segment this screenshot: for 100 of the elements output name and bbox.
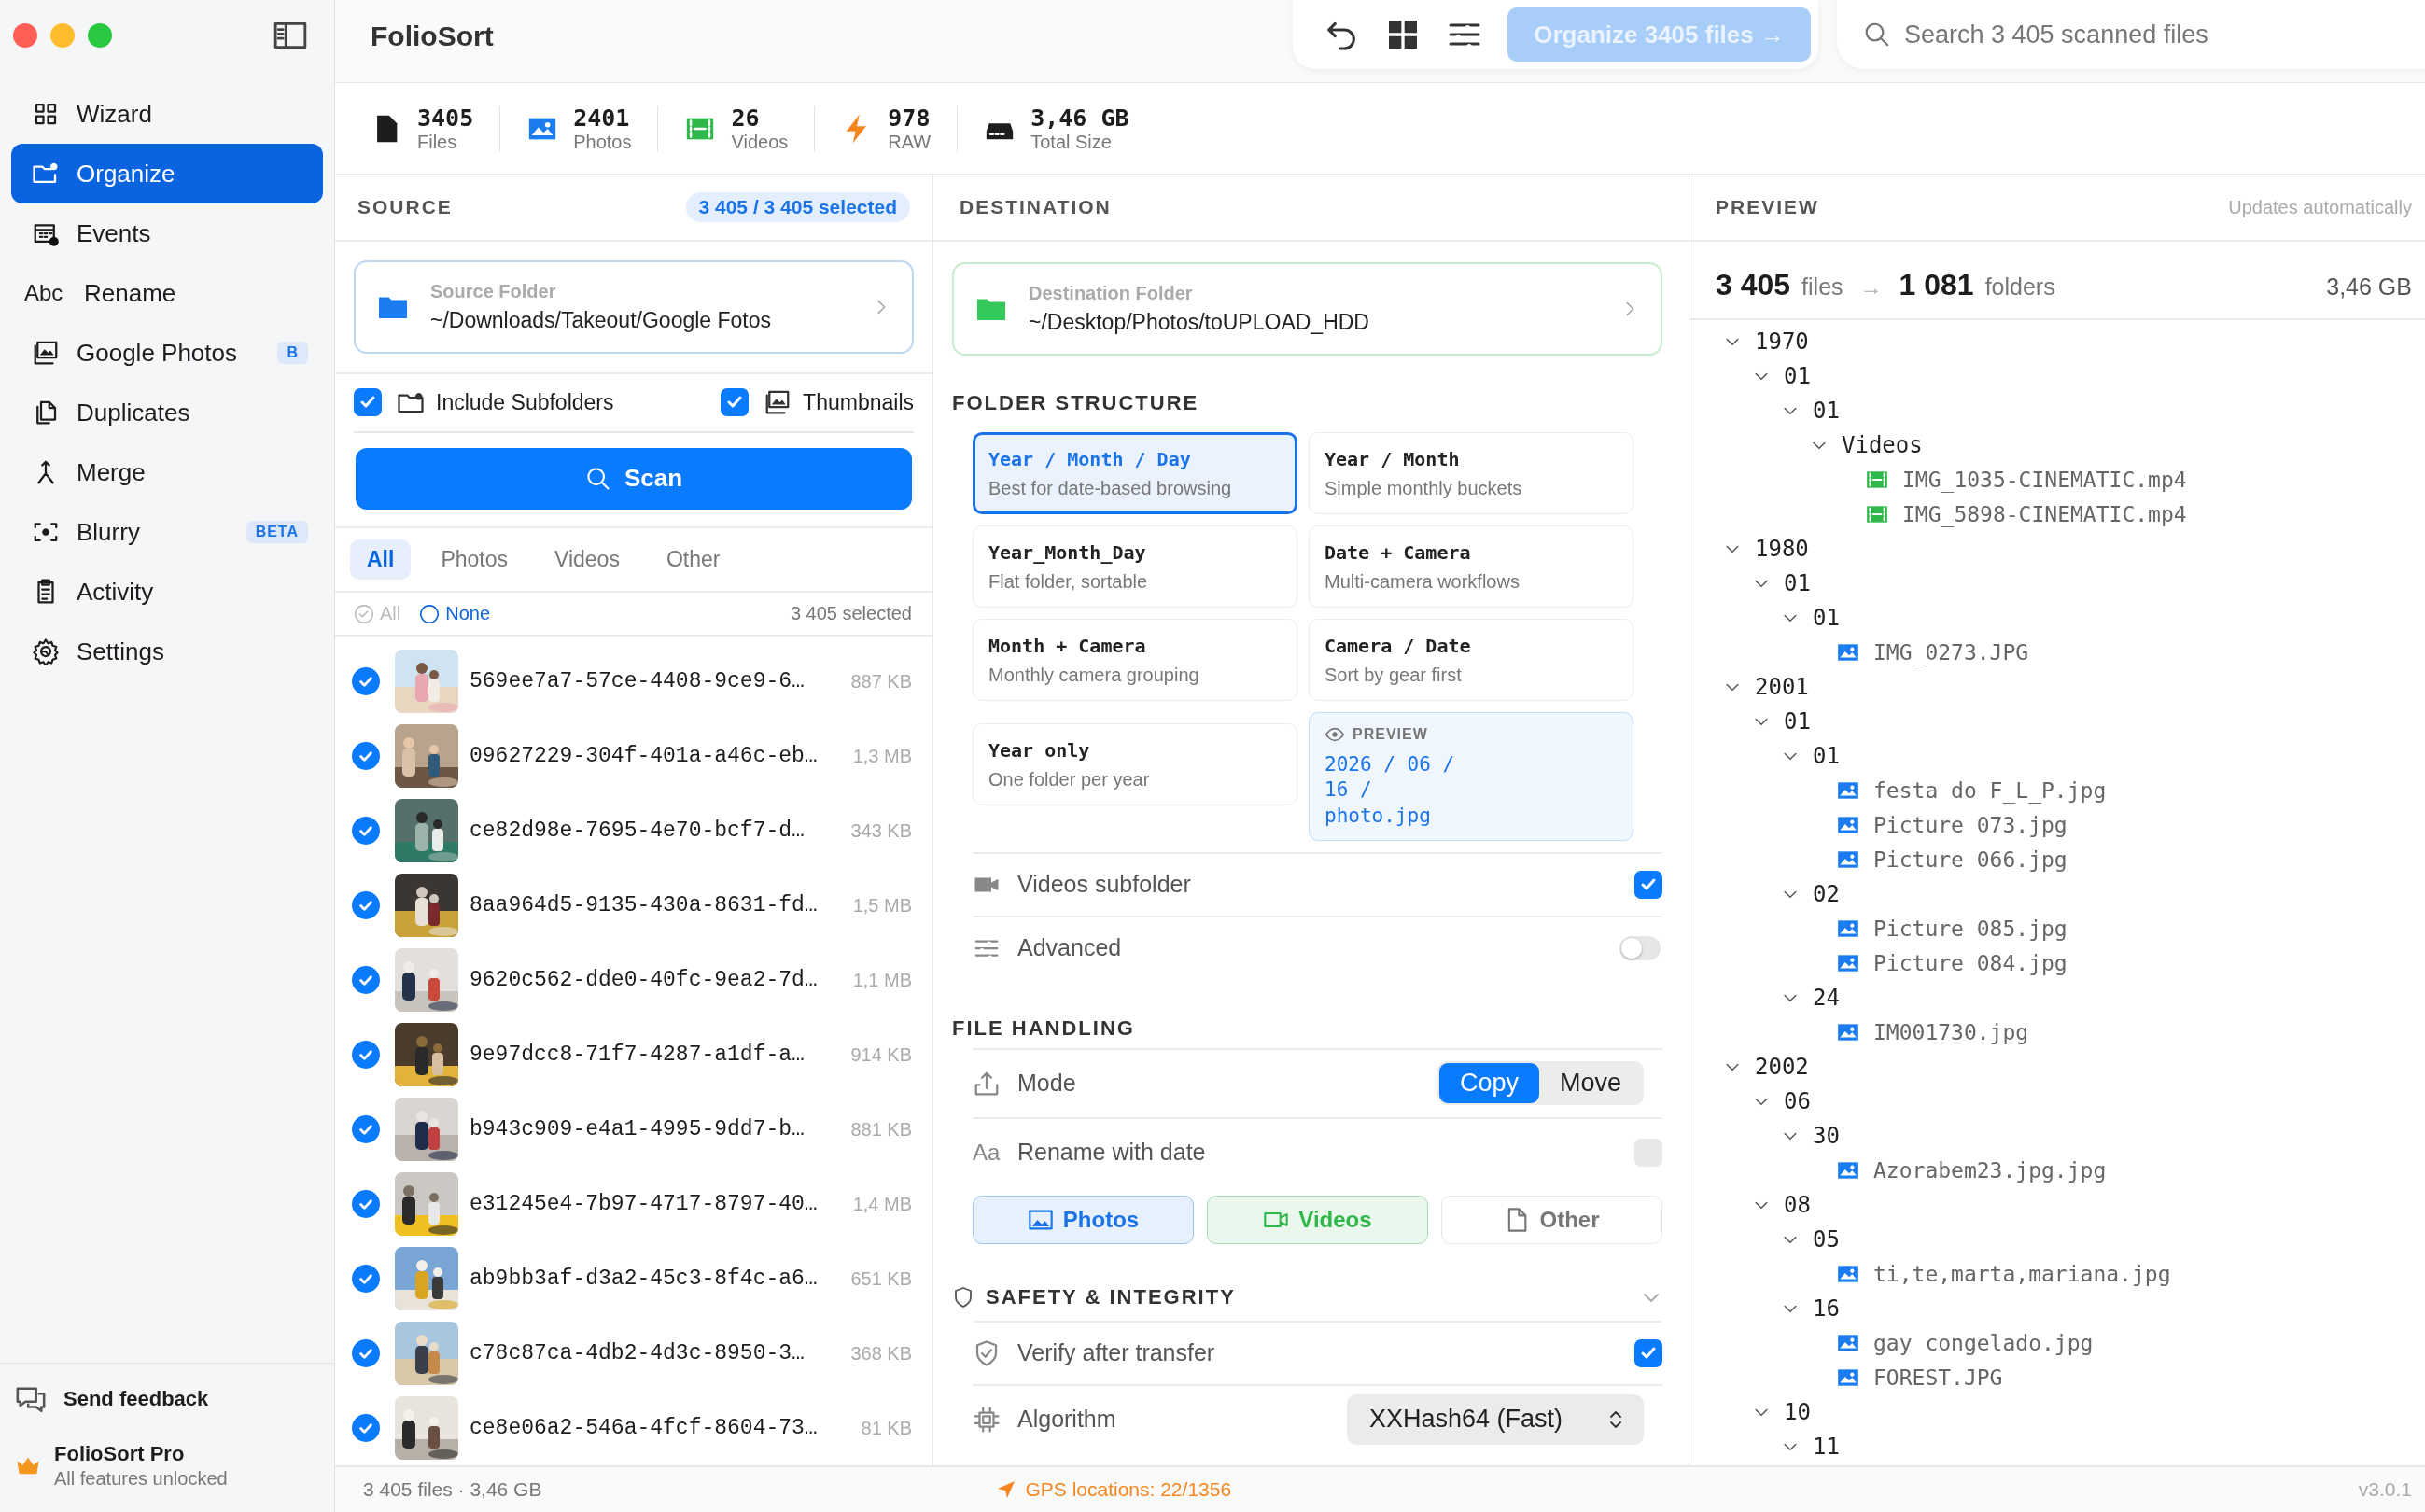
sidebar-item[interactable]: Wizard: [11, 84, 323, 144]
file-row[interactable]: 8aa964d5-9135-430a-8631-fd… 1,5 MB: [335, 868, 932, 943]
file-name: ti,te,marta,mariana.jpg: [1873, 1261, 2171, 1286]
sidebar-item[interactable]: Merge: [11, 442, 323, 502]
filter-tab[interactable]: All: [350, 539, 412, 580]
sidebar-item[interactable]: Google Photos B: [11, 323, 323, 383]
structure-option[interactable]: Year / Month / Day Best for date-based browsing: [973, 432, 1297, 514]
file-name: 569ee7a7-57ce-4408-9ce9-6…: [470, 669, 805, 693]
sidebar-item[interactable]: Activity: [11, 562, 323, 622]
filter-tab[interactable]: Videos: [538, 539, 637, 580]
sidebar-item-label: Rename: [84, 278, 177, 308]
folder-name[interactable]: 2002: [1755, 1053, 1809, 1080]
sidebar-item[interactable]: Organize: [11, 144, 323, 203]
folder-name[interactable]: 1970: [1755, 328, 1809, 355]
sidebar-item[interactable]: Events: [11, 203, 323, 263]
sidebar-item[interactable]: Settings: [11, 622, 323, 681]
folder-name[interactable]: 16: [1813, 1295, 1840, 1322]
folder-name[interactable]: 01: [1784, 362, 1811, 389]
checkbox[interactable]: [352, 1115, 380, 1143]
checkbox[interactable]: [352, 817, 380, 845]
folder-name[interactable]: 05: [1813, 1225, 1840, 1253]
filter-tab[interactable]: Photos: [424, 539, 525, 580]
sidebar-item[interactable]: Abc Rename: [11, 263, 323, 323]
checkbox[interactable]: [352, 667, 380, 695]
checkbox[interactable]: [352, 966, 380, 994]
stat-value: 3,46 GB: [1030, 104, 1129, 132]
structure-option[interactable]: Year_Month_Day Flat folder, sortable: [973, 525, 1297, 608]
filter-tab[interactable]: Other: [649, 539, 737, 580]
file-row[interactable]: ce82d98e-7695-4e70-bcf7-d… 343 KB: [335, 793, 932, 868]
checkbox[interactable]: [352, 1414, 380, 1442]
algorithm-select[interactable]: XXHash64 (Fast): [1347, 1393, 1644, 1445]
folder-name[interactable]: 10: [1784, 1398, 1811, 1425]
file-row[interactable]: 569ee7a7-57ce-4408-9ce9-6… 887 KB: [335, 644, 932, 719]
folder-name[interactable]: 2001: [1755, 673, 1809, 700]
mode-option[interactable]: Copy: [1438, 1063, 1539, 1104]
folder-name[interactable]: 01: [1813, 742, 1840, 769]
sidebar-item-label: Events: [77, 218, 152, 248]
folder-name[interactable]: Videos: [1842, 431, 1923, 458]
checkbox[interactable]: [721, 388, 750, 417]
sidebar-item[interactable]: Duplicates: [11, 383, 323, 442]
file-name: ce8e06a2-546a-4fcf-8604-73…: [470, 1416, 818, 1440]
structure-option[interactable]: Year only One folder per year: [973, 723, 1297, 805]
folder-name[interactable]: 01: [1784, 569, 1811, 596]
checkbox[interactable]: [352, 1265, 380, 1293]
toggle-switch[interactable]: [1619, 935, 1661, 960]
file-name: 8aa964d5-9135-430a-8631-fd…: [470, 893, 818, 917]
file-type-button[interactable]: Other: [1441, 1195, 1662, 1244]
folder-name[interactable]: 01: [1784, 707, 1811, 735]
checkbox[interactable]: [1634, 1338, 1662, 1367]
folder-name[interactable]: 02: [1813, 880, 1840, 907]
beta-tag: BETA: [245, 521, 308, 543]
scan-button[interactable]: Scan: [356, 447, 912, 510]
structure-option[interactable]: Date + Camera Multi-camera workflows: [1309, 525, 1633, 608]
file-name: c78c87ca-4db2-4d3c-8950-3…: [470, 1341, 805, 1365]
search-field[interactable]: Search 3 405 scanned files: [1837, 0, 2425, 69]
checkbox[interactable]: [352, 1339, 380, 1367]
checkbox[interactable]: [352, 742, 380, 770]
settings-icon: [32, 637, 60, 665]
folder-name[interactable]: 11: [1813, 1433, 1840, 1460]
folder-name[interactable]: 24: [1813, 984, 1840, 1011]
file-name: Picture 084.jpg: [1873, 950, 2068, 975]
selection-count-tag: 3 405 / 3 405 selected: [685, 192, 910, 222]
file-row[interactable]: ce8e06a2-546a-4fcf-8604-73… 81 KB: [335, 1391, 932, 1465]
folder-name[interactable]: 08: [1784, 1191, 1811, 1218]
file-name: FOREST.JPG: [1873, 1365, 2003, 1390]
structure-option[interactable]: Year / Month Simple monthly buckets: [1309, 432, 1633, 514]
stat-label: Files: [417, 131, 458, 153]
folder-name[interactable]: 01: [1813, 604, 1840, 631]
folder-name[interactable]: 06: [1784, 1087, 1811, 1114]
checkbox[interactable]: [1634, 870, 1662, 899]
sidebar-item[interactable]: Blurry BETA: [11, 502, 323, 562]
file-row[interactable]: c78c87ca-4db2-4d3c-8950-3… 368 KB: [335, 1316, 932, 1391]
structure-option[interactable]: Month + Camera Monthly camera grouping: [973, 619, 1297, 701]
structure-option[interactable]: Camera / Date Sort by gear first: [1309, 619, 1633, 701]
destination-folder-picker[interactable]: Destination Folder ~/Desktop/Photos/toUPLOAD_HDD: [952, 262, 1662, 356]
file-name: IMG_1035-CINEMATIC.mp4: [1902, 467, 2187, 492]
checkbox[interactable]: [352, 1190, 380, 1218]
send-feedback-link[interactable]: Send feedback: [15, 1373, 319, 1425]
checkbox[interactable]: [352, 891, 380, 919]
file-row[interactable]: 9e97dcc8-71f7-4287-a1df-a… 914 KB: [335, 1017, 932, 1092]
file-name: gay congelado.jpg: [1873, 1330, 2094, 1355]
file-type-button[interactable]: Photos: [973, 1195, 1194, 1244]
file-row[interactable]: ab9bb3af-d3a2-45c3-8f4c-a6… 651 KB: [335, 1241, 932, 1316]
select-none-link[interactable]: None: [419, 603, 491, 625]
source-folder-picker[interactable]: Source Folder ~/Downloads/Takeout/Google Fotos: [354, 260, 914, 354]
folder-name[interactable]: 1980: [1755, 535, 1809, 562]
file-size: 651 KB: [850, 1267, 912, 1290]
close-window-button[interactable]: [13, 23, 37, 48]
checkbox[interactable]: [352, 1041, 380, 1069]
folder-name[interactable]: 30: [1813, 1122, 1840, 1149]
file-row[interactable]: 9620c562-dde0-40fc-9ea2-7d… 1,1 MB: [335, 943, 932, 1017]
file-row[interactable]: e31245e4-7b97-4717-8797-40… 1,4 MB: [335, 1167, 932, 1241]
file-size: 881 KB: [850, 1118, 912, 1141]
mode-option[interactable]: Move: [1538, 1063, 1642, 1104]
file-row[interactable]: 09627229-304f-401a-a46c-eb… 1,3 MB: [335, 719, 932, 793]
file-row[interactable]: b943c909-e4a1-4995-9dd7-b… 881 KB: [335, 1092, 932, 1167]
folder-name[interactable]: 01: [1813, 397, 1840, 424]
checkbox[interactable]: [354, 388, 382, 417]
preview-path: 2026 / 06 / 16 / photo.jpg: [1325, 752, 1456, 829]
stat-label: Total Size: [1030, 131, 1113, 153]
